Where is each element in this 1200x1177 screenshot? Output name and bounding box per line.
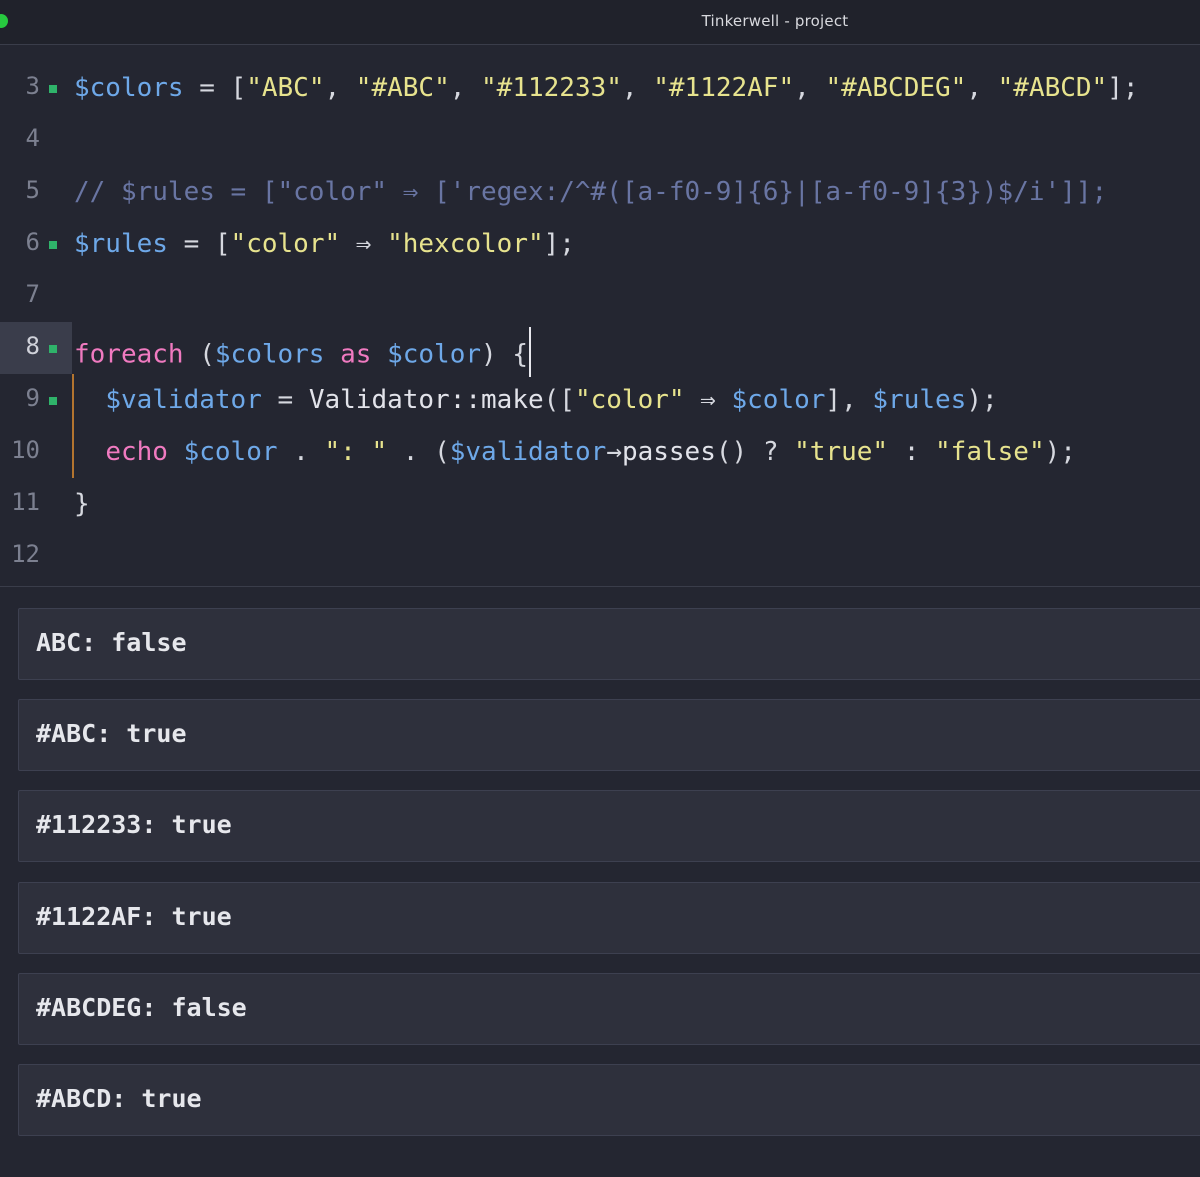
line-number: 5 [25, 176, 40, 204]
output-item[interactable]: ABC: false [18, 608, 1200, 680]
code-line-12[interactable]: 12 [0, 530, 1200, 582]
line-gutter: 3 [0, 62, 72, 114]
line-number: 3 [25, 72, 40, 100]
title-bar: Tinkerwell - project [0, 0, 1200, 45]
line-number: 10 [11, 436, 40, 464]
code-line-3[interactable]: 3 $colors = ["ABC", "#ABC", "#112233", "… [0, 62, 1200, 114]
code-line-7[interactable]: 7 [0, 270, 1200, 322]
output-item[interactable]: #1122AF: true [18, 882, 1200, 954]
code-line-10[interactable]: 10 echo $color . ": " . ($validator→pass… [0, 426, 1200, 478]
line-gutter: 11 [0, 478, 72, 530]
text-cursor [528, 327, 531, 377]
line-number: 6 [25, 228, 40, 256]
code-text: } [74, 489, 90, 519]
code-comment: // $rules = ["color" ⇒ ['regex:/^#([a-f0… [74, 177, 1108, 207]
code-text: // $rules = ["color" ⇒ ['regex:/^#([a-f0… [74, 174, 1107, 210]
line-gutter: 6 [0, 218, 72, 270]
code-text: $rules = ["color" ⇒ "hexcolor"]; [74, 229, 575, 259]
output-item[interactable]: #ABC: true [18, 699, 1200, 771]
code-editor[interactable]: 3 $colors = ["ABC", "#ABC", "#112233", "… [0, 45, 1200, 586]
line-gutter: 5 [0, 166, 72, 218]
window-title: Tinkerwell - project [701, 12, 849, 30]
code-text: $validator = Validator::make(["color" ⇒ … [105, 385, 998, 415]
code-text: foreach ($colors as $color) { [74, 327, 531, 380]
code-line-5[interactable]: 5 // $rules = ["color" ⇒ ['regex:/^#([a-… [0, 166, 1200, 218]
line-gutter: 4 [0, 114, 72, 166]
output-text: #1122AF: true [36, 902, 232, 931]
breakpoint-marker[interactable] [49, 241, 57, 249]
line-number: 4 [25, 124, 40, 152]
output-panel: ABC: false #ABC: true #112233: true #112… [0, 587, 1200, 1177]
code-line-8[interactable]: 8 foreach ($colors as $color) { [0, 322, 1200, 377]
output-text: #ABCD: true [36, 1084, 202, 1113]
breakpoint-marker[interactable] [49, 397, 57, 405]
line-gutter: 8 [0, 322, 72, 374]
indent-guide [72, 374, 74, 478]
line-number: 8 [25, 332, 40, 360]
line-number: 12 [11, 540, 40, 568]
code-line-4[interactable]: 4 [0, 114, 1200, 166]
code-line-11[interactable]: 11 } [0, 478, 1200, 530]
code-text: echo $color . ": " . ($validator→passes(… [105, 437, 1076, 467]
line-number: 11 [11, 488, 40, 516]
code-text: $colors = ["ABC", "#ABC", "#112233", "#1… [74, 73, 1139, 103]
line-gutter: 7 [0, 270, 72, 322]
output-text: #ABCDEG: false [36, 993, 247, 1022]
line-gutter: 12 [0, 530, 72, 582]
output-item[interactable]: #112233: true [18, 790, 1200, 862]
line-gutter: 9 [0, 374, 72, 426]
breakpoint-marker[interactable] [49, 345, 57, 353]
line-gutter: 10 [0, 426, 72, 478]
output-item[interactable]: #ABCDEG: false [18, 973, 1200, 1045]
output-text: #ABC: true [36, 719, 187, 748]
line-number: 7 [25, 280, 40, 308]
code-line-9[interactable]: 9 $validator = Validator::make(["color" … [0, 374, 1200, 426]
output-text: ABC: false [36, 628, 187, 657]
output-text: #112233: true [36, 810, 232, 839]
code-line-6[interactable]: 6 $rules = ["color" ⇒ "hexcolor"]; [0, 218, 1200, 270]
breakpoint-marker[interactable] [49, 85, 57, 93]
line-number: 9 [25, 384, 40, 412]
output-item[interactable]: #ABCD: true [18, 1064, 1200, 1136]
